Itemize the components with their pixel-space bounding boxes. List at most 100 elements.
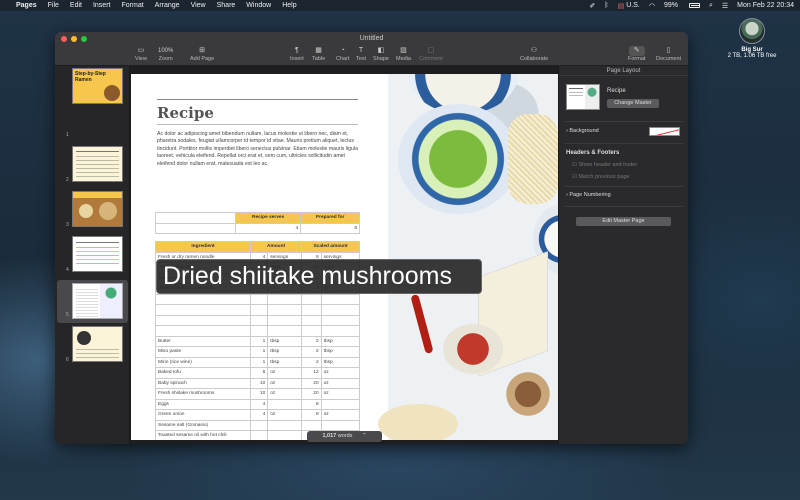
page-thumbnail-3[interactable] <box>72 191 123 227</box>
ingredient-cell[interactable]: Eggs <box>155 398 251 410</box>
bluetooth-icon[interactable]: ᛒ <box>604 2 608 9</box>
amount-unit-cell[interactable] <box>267 314 303 326</box>
scaled-amount-cell[interactable]: 2 <box>301 335 322 347</box>
view-button[interactable]: ▭ View <box>135 46 147 62</box>
amount-unit-cell[interactable] <box>267 430 303 440</box>
menu-view[interactable]: View <box>191 2 206 9</box>
ingredient-cell[interactable]: Green onion <box>155 409 251 421</box>
match-previous-checkbox[interactable]: ☑ Match previous page <box>572 174 630 180</box>
scaled-unit-cell[interactable] <box>320 325 361 337</box>
serves-value[interactable]: 4 <box>234 222 302 234</box>
ingredient-cell[interactable]: Sesame salt (Gomasio) <box>155 419 251 431</box>
word-count-button[interactable]: 1,017 words ⌃ <box>307 431 382 442</box>
page-numbering-disclosure[interactable]: › Page Numbering <box>566 192 611 198</box>
table-row[interactable]: Baby spinach 10 oz 20 oz <box>155 377 361 389</box>
amount-unit-cell[interactable] <box>267 325 303 337</box>
serves-table[interactable]: Recipe serves Prepared for 48 <box>155 212 360 234</box>
table-row[interactable]: Eggs 4 8 <box>155 398 361 410</box>
scaled-amount-cell[interactable]: 20 <box>301 388 322 400</box>
menu-edit[interactable]: Edit <box>70 2 82 9</box>
scaled-unit-cell[interactable] <box>320 419 361 431</box>
cursor-icon[interactable]: ✐ <box>590 2 596 10</box>
ingredient-cell[interactable] <box>155 325 251 337</box>
menu-arrange[interactable]: Arrange <box>155 2 180 9</box>
change-master-button[interactable]: Change Master <box>607 99 659 108</box>
intro-paragraph[interactable]: Ac dolor ac adipiscing amet bibendum nul… <box>157 131 360 168</box>
page-thumbnail-5[interactable] <box>72 283 123 319</box>
menu-insert[interactable]: Insert <box>93 2 111 9</box>
table-row[interactable] <box>155 314 361 326</box>
table-row[interactable]: Sesame salt (Gomasio) <box>155 419 361 431</box>
amount-unit-cell[interactable] <box>267 398 303 410</box>
media-button[interactable]: ▨ Media <box>396 46 411 62</box>
ingredient-cell[interactable] <box>155 293 251 305</box>
comment-button[interactable]: ▢ Comment <box>419 46 443 62</box>
scaled-unit-cell[interactable]: tbsp <box>320 356 361 368</box>
zoom-dropdown[interactable]: 100% Zoom <box>158 46 173 62</box>
scaled-amount-cell[interactable]: 20 <box>301 377 322 389</box>
menu-window[interactable]: Window <box>246 2 271 9</box>
amount-unit-cell[interactable] <box>267 304 303 316</box>
table-row[interactable]: Green onion 4 oz 8 oz <box>155 409 361 421</box>
scaled-amount-cell[interactable]: 2 <box>301 346 322 358</box>
table-row[interactable]: Fresh shiitake mushrooms 10 oz 20 oz <box>155 388 361 400</box>
ingredient-cell[interactable] <box>155 314 251 326</box>
scaled-unit-cell[interactable]: tbsp <box>320 335 361 347</box>
scaled-amount-cell[interactable] <box>301 325 322 337</box>
collaborate-button[interactable]: ⚇ Collaborate <box>520 46 548 62</box>
amount-unit-cell[interactable] <box>267 419 303 431</box>
table-row[interactable]: Baked tofu 6 oz 12 oz <box>155 367 361 379</box>
table-row[interactable]: Miso paste 1 tbsp 2 tbsp <box>155 346 361 358</box>
shape-button[interactable]: ◧ Shape <box>373 46 389 62</box>
scaled-amount-cell[interactable] <box>301 293 322 305</box>
amount-cell[interactable] <box>249 325 269 337</box>
scaled-amount-cell[interactable]: 12 <box>301 367 322 379</box>
ingredient-cell[interactable]: Fresh shiitake mushrooms <box>155 388 251 400</box>
ingredient-cell[interactable]: Baby spinach <box>155 377 251 389</box>
scaled-unit-cell[interactable]: oz <box>320 388 361 400</box>
document-button[interactable]: ▯ Document <box>656 46 681 62</box>
scaled-unit-cell[interactable] <box>320 314 361 326</box>
ingredient-cell[interactable]: Miso paste <box>155 346 251 358</box>
scaled-unit-cell[interactable] <box>320 293 361 305</box>
scaled-unit-cell[interactable] <box>320 398 361 410</box>
battery-icon[interactable] <box>680 2 700 9</box>
show-header-footer-checkbox[interactable]: ☑ Show header and footer <box>572 162 637 168</box>
insert-button[interactable]: ¶ Insert <box>290 46 304 62</box>
scaled-unit-cell[interactable]: tbsp <box>320 346 361 358</box>
amount-unit-cell[interactable]: oz <box>267 367 303 379</box>
ingredient-cell[interactable]: Butter <box>155 335 251 347</box>
amount-cell[interactable]: 4 <box>249 409 269 421</box>
amount-cell[interactable] <box>249 304 269 316</box>
add-page-button[interactable]: ⊞ Add Page <box>190 46 214 62</box>
scaled-unit-cell[interactable]: oz <box>320 409 361 421</box>
disk-icon[interactable]: Big Sur 2 TB, 1.06 TB free <box>722 18 782 59</box>
wifi-icon[interactable]: ◠ <box>649 2 655 10</box>
amount-unit-cell[interactable]: tbsp <box>267 356 303 368</box>
amount-cell[interactable]: 10 <box>249 377 269 389</box>
ingredient-cell[interactable]: Baked tofu <box>155 367 251 379</box>
app-menu[interactable]: Pages <box>16 2 37 9</box>
amount-unit-cell[interactable]: oz <box>267 388 303 400</box>
amount-cell[interactable] <box>249 314 269 326</box>
scaled-amount-cell[interactable] <box>301 314 322 326</box>
page-thumbnail-6[interactable] <box>72 326 123 362</box>
scaled-amount-cell[interactable] <box>301 419 322 431</box>
amount-cell[interactable] <box>249 293 269 305</box>
document-page[interactable]: Recipe Ac dolor ac adipiscing amet biben… <box>131 74 558 440</box>
control-center-icon[interactable]: ☰ <box>722 2 728 10</box>
scaled-amount-cell[interactable]: 8 <box>301 398 322 410</box>
ingredient-cell[interactable]: Toasted sesame oil with hot chili <box>155 430 251 440</box>
scaled-amount-cell[interactable]: 8 <box>301 409 322 421</box>
background-disclosure[interactable]: › Background <box>566 128 599 134</box>
amount-cell[interactable] <box>249 430 269 440</box>
amount-cell[interactable]: 1 <box>249 346 269 358</box>
format-button[interactable]: ✎ Format <box>628 46 645 62</box>
amount-unit-cell[interactable] <box>267 293 303 305</box>
table-row[interactable]: Mirin (rice wine) 1 tbsp 2 tbsp <box>155 356 361 368</box>
battery-percent[interactable]: 99% <box>664 2 678 9</box>
background-color-well[interactable] <box>649 127 680 136</box>
recipe-heading[interactable]: Recipe <box>157 104 214 122</box>
page-thumbnail-4[interactable] <box>72 236 123 272</box>
scaled-unit-cell[interactable] <box>320 304 361 316</box>
